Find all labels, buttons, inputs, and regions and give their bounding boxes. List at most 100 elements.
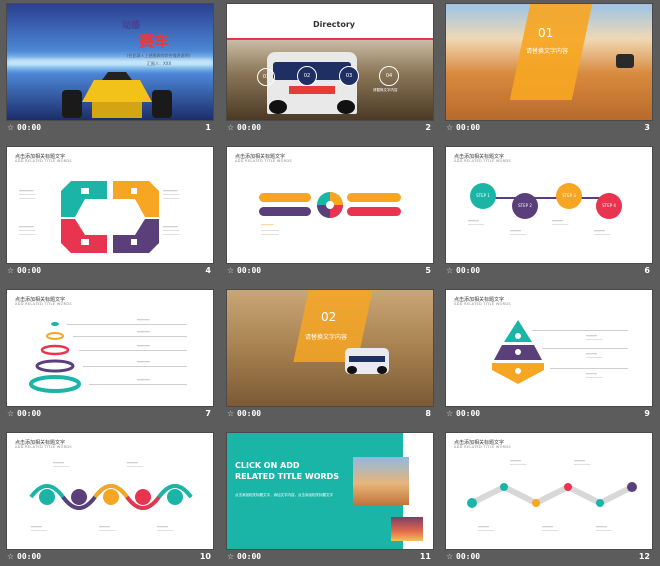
slide-8-caption: 请替换文字内容: [305, 334, 348, 341]
slide-number: 1: [205, 123, 211, 132]
slide-number: 4: [205, 266, 211, 275]
star-icon: ☆: [7, 266, 15, 275]
slide-1-title-b: 赛车: [139, 32, 170, 50]
bar-right-top: [347, 193, 401, 202]
slide-number: 3: [644, 123, 650, 132]
slide-thumb-3[interactable]: 01 请替换文字内容 ☆ 00:00 3: [446, 4, 652, 133]
slide-time: 00:00: [456, 266, 481, 275]
step-1-circle: STEP 1: [470, 183, 496, 209]
directory-item-1: 01: [257, 68, 275, 86]
hexagon-diagram: [61, 181, 159, 253]
sunset-photo: [391, 517, 423, 541]
step-4-circle: STEP 4: [596, 193, 622, 219]
step-2-circle: STEP 2: [512, 193, 538, 219]
slide-thumb-8[interactable]: 02 请替换文字内容 ☆ 00:00 8: [227, 290, 433, 419]
slide-9-meta: ☆ 00:00 9: [446, 408, 652, 419]
slide-header-en: ADD RELATED TITLE WORDS: [235, 159, 292, 163]
slide-thumb-5[interactable]: 点击添加相关标题文字 ADD RELATED TITLE WORDS ━━━━━…: [227, 147, 433, 276]
slide-thumb-7[interactable]: 点击添加相关标题文字 ADD RELATED TITLE WORDS ━━━━━…: [7, 290, 213, 419]
step-3-circle: STEP 3: [556, 183, 582, 209]
star-icon: ☆: [227, 552, 235, 561]
slide-time: 00:00: [237, 266, 262, 275]
slide-number: 2: [425, 123, 431, 132]
slide-header-en: ADD RELATED TITLE WORDS: [15, 302, 72, 306]
slide-11-body: 点击添加相关标题文字，添加文字内容，点击添加相关标题文字: [235, 493, 333, 497]
slide-5-canvas: 点击添加相关标题文字 ADD RELATED TITLE WORDS ━━━━━…: [227, 147, 433, 263]
star-icon: ☆: [446, 552, 454, 561]
rally-car-image: [345, 348, 389, 374]
slide-5-meta: ☆ 00:00 5: [227, 265, 433, 276]
star-icon: ☆: [227, 123, 235, 132]
gear-icon: [317, 192, 343, 218]
slide-10-meta: ☆ 00:00 10: [7, 551, 213, 562]
slide-time: 00:00: [456, 123, 481, 132]
slide-1-subtitle: (在此录入上述图表的综合描述说明): [127, 53, 191, 58]
rally-truck-image: [616, 54, 634, 68]
slide-thumb-6[interactable]: 点击添加相关标题文字 ADD RELATED TITLE WORDS STEP …: [446, 147, 652, 276]
star-icon: ☆: [446, 409, 454, 418]
bar-left-top: [259, 193, 311, 202]
slide-1-canvas: 动感 赛车 (在此录入上述图表的综合描述说明) 汇报人：XXX: [7, 4, 213, 120]
slide-9-canvas: 点击添加相关标题文字 ADD RELATED TITLE WORDS ━━━━━…: [446, 290, 652, 406]
star-icon: ☆: [7, 123, 15, 132]
slide-header-en: ADD RELATED TITLE WORDS: [454, 302, 511, 306]
slide-time: 00:00: [456, 409, 481, 418]
slide-number: 5: [425, 266, 431, 275]
step-connector: [482, 197, 612, 199]
slide-header-en: ADD RELATED TITLE WORDS: [454, 159, 511, 163]
slide-thumb-4[interactable]: 点击添加相关标题文字 ADD RELATED TITLE WORDS ━━━━━…: [7, 147, 213, 276]
slide-8-canvas: 02 请替换文字内容: [227, 290, 433, 406]
race-car-icon: [62, 72, 172, 118]
directory-item-4: 04: [379, 66, 399, 86]
slide-3-canvas: 01 请替换文字内容: [446, 4, 652, 120]
slide-3-meta: ☆ 00:00 3: [446, 122, 652, 133]
slide-thumb-11[interactable]: CLICK ON ADD RELATED TITLE WORDS 点击添加相关标…: [227, 433, 433, 562]
slide-3-caption: 请替换文字内容: [526, 48, 569, 55]
star-icon: ☆: [7, 409, 15, 418]
slide-thumb-9[interactable]: 点击添加相关标题文字 ADD RELATED TITLE WORDS ━━━━━…: [446, 290, 652, 419]
slide-time: 00:00: [17, 266, 42, 275]
slide-11-canvas: CLICK ON ADD RELATED TITLE WORDS 点击添加相关标…: [227, 433, 433, 549]
stacked-rings-diagram: [29, 322, 81, 393]
slide-number: 9: [644, 409, 650, 418]
slide-10-canvas: 点击添加相关标题文字 ADD RELATED TITLE WORDS ━━━━━…: [7, 433, 213, 549]
slide-7-canvas: 点击添加相关标题文字 ADD RELATED TITLE WORDS ━━━━━…: [7, 290, 213, 406]
slide-1-author: 汇报人：XXX: [147, 61, 172, 66]
desert-photo: [353, 457, 409, 505]
slide-11-big-line-2: RELATED TITLE WORDS: [235, 472, 340, 481]
slide-11-meta: ☆ 00:00 11: [227, 551, 433, 562]
slide-4-canvas: 点击添加相关标题文字 ADD RELATED TITLE WORDS ━━━━━…: [7, 147, 213, 263]
slide-time: 00:00: [17, 123, 42, 132]
slide-thumb-10[interactable]: 点击添加相关标题文字 ADD RELATED TITLE WORDS ━━━━━…: [7, 433, 213, 562]
slide-number: 7: [205, 409, 211, 418]
slide-time: 00:00: [237, 409, 262, 418]
slide-6-canvas: 点击添加相关标题文字 ADD RELATED TITLE WORDS STEP …: [446, 147, 652, 263]
slide-8-section: 02: [321, 310, 337, 324]
slide-header-en: ADD RELATED TITLE WORDS: [15, 159, 72, 163]
slide-12-canvas: 点击添加相关标题文字 ADD RELATED TITLE WORDS ━━━━━…: [446, 433, 652, 549]
slide-number: 6: [644, 266, 650, 275]
divider: [227, 38, 433, 40]
slide-7-meta: ☆ 00:00 7: [7, 408, 213, 419]
slide-number: 11: [419, 552, 431, 561]
slide-6-meta: ☆ 00:00 6: [446, 265, 652, 276]
slide-12-meta: ☆ 00:00 12: [446, 551, 652, 562]
bar-right-bottom: [347, 207, 401, 216]
slide-1-title-a: 动感: [122, 21, 141, 31]
slide-time: 00:00: [17, 552, 42, 561]
speed-light: [7, 59, 213, 65]
slide-3-section: 01: [538, 26, 554, 40]
slide-8-meta: ☆ 00:00 8: [227, 408, 433, 419]
star-icon: ☆: [227, 409, 235, 418]
slide-2-brand: Directory: [313, 20, 355, 29]
slide-number: 8: [425, 409, 431, 418]
slide-thumb-12[interactable]: 点击添加相关标题文字 ADD RELATED TITLE WORDS ━━━━━…: [446, 433, 652, 562]
zigzag-process-diagram: [467, 482, 637, 508]
slide-1-meta: ☆ 00:00 1: [7, 122, 213, 133]
slide-thumb-2[interactable]: Directory 01 02 03 04 请替换文字内容 ☆ 00:00 2: [227, 4, 433, 133]
slide-time: 00:00: [237, 552, 262, 561]
slide-thumb-1[interactable]: 动感 赛车 (在此录入上述图表的综合描述说明) 汇报人：XXX ☆ 00:00 …: [7, 4, 213, 133]
star-icon: ☆: [7, 552, 15, 561]
slide-2-meta: ☆ 00:00 2: [227, 122, 433, 133]
slide-2-caption: 请替换文字内容: [373, 88, 398, 92]
